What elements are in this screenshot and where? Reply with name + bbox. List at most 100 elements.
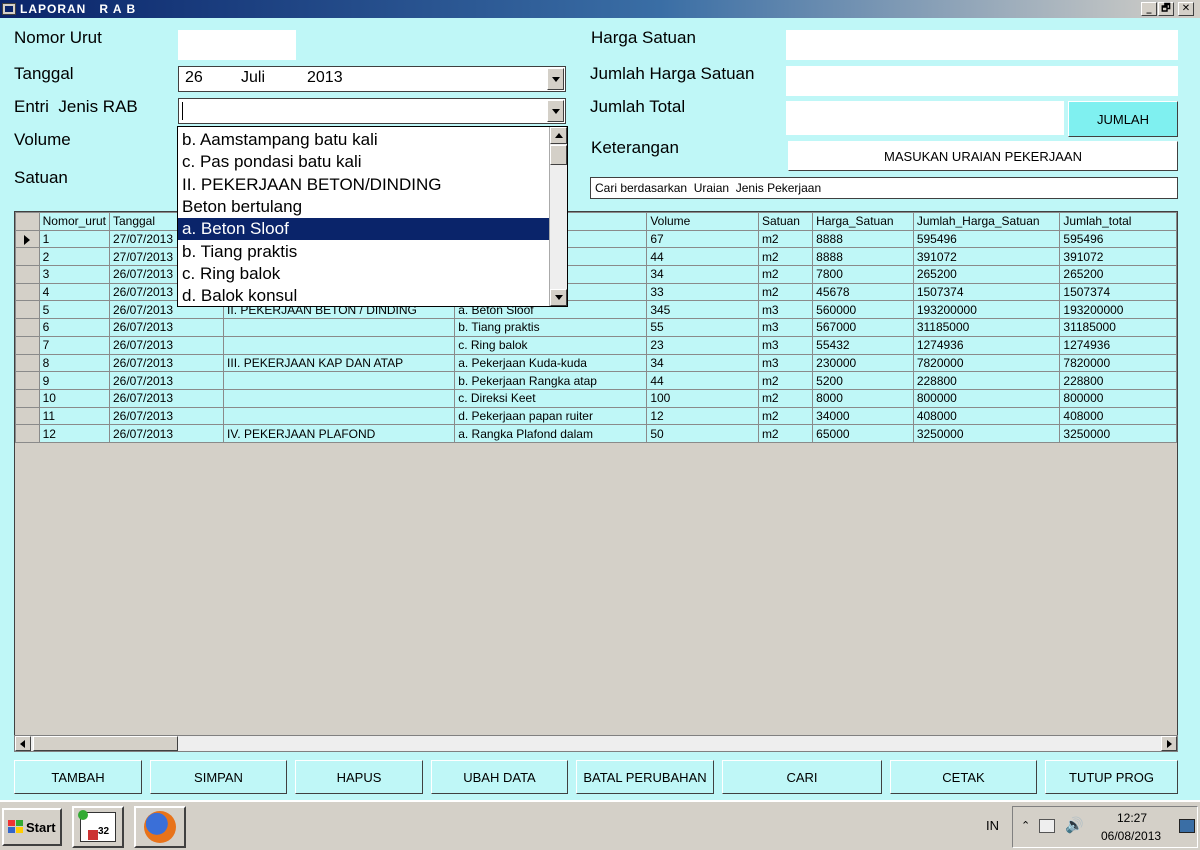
row-selector[interactable] xyxy=(15,265,40,284)
row-selector[interactable] xyxy=(15,229,40,249)
clock-date[interactable]: 06/08/2013 xyxy=(1101,829,1161,843)
jumlah-button[interactable]: JUMLAH xyxy=(1068,101,1178,137)
table-row[interactable]: 11 26/07/2013 d. Pekerjaan papan ruiter 12 m… xyxy=(15,406,1177,426)
table-cell[interactable]: m2 xyxy=(757,388,814,408)
table-cell[interactable]: 100 xyxy=(646,388,759,408)
row-selector[interactable] xyxy=(15,247,40,267)
table-cell[interactable]: 1 xyxy=(38,229,110,249)
table-cell[interactable]: 595496 xyxy=(1059,229,1177,249)
table-row[interactable]: 12 26/07/2013 IV. PEKERJAAN PLAFOND a. Rang… xyxy=(15,424,1177,443)
table-cell[interactable]: 265200 xyxy=(912,265,1061,284)
table-cell[interactable]: 1274936 xyxy=(912,335,1061,355)
nomor-urut-input[interactable] xyxy=(178,30,296,60)
show-desktop-icon[interactable] xyxy=(1179,819,1195,833)
dropdown-item[interactable]: b. Aamstampang batu kali xyxy=(178,129,549,151)
scroll-up-icon[interactable] xyxy=(550,127,567,144)
table-cell[interactable]: c. Direksi Keet xyxy=(454,388,648,408)
table-cell[interactable]: 8888 xyxy=(812,229,914,249)
table-cell[interactable]: c. Ring balok xyxy=(454,335,648,355)
table-cell[interactable]: 65000 xyxy=(812,424,914,443)
table-cell[interactable]: 23 xyxy=(646,335,759,355)
table-cell[interactable]: 560000 xyxy=(812,300,914,320)
table-cell[interactable]: 391072 xyxy=(1059,247,1177,267)
dropdown-item[interactable]: d. Balok konsul xyxy=(178,285,549,306)
column-header[interactable]: Jumlah_Harga_Satuan xyxy=(912,212,1061,231)
table-cell[interactable] xyxy=(223,335,456,355)
dropdown-item[interactable]: b. Tiang praktis xyxy=(178,241,549,263)
table-cell[interactable]: m3 xyxy=(757,318,814,337)
table-cell[interactable]: 7800 xyxy=(812,265,914,284)
table-cell[interactable] xyxy=(223,388,456,408)
entri-jenis-rab-combo[interactable] xyxy=(178,98,566,124)
table-row[interactable]: 6 26/07/2013 b. Tiang praktis 55 m3 567000 311… xyxy=(15,318,1177,337)
row-selector[interactable] xyxy=(15,371,40,390)
table-cell[interactable]: 50 xyxy=(646,424,759,443)
table-cell[interactable]: 595496 xyxy=(912,229,1061,249)
table-cell[interactable]: a. Rangka Plafond dalam xyxy=(454,424,648,443)
table-cell[interactable]: 228800 xyxy=(1059,371,1177,390)
column-header[interactable]: Nomor_urut xyxy=(38,212,110,231)
table-row[interactable]: 7 26/07/2013 c. Ring balok 23 m3 55432 1274936… xyxy=(15,335,1177,355)
row-selector[interactable] xyxy=(15,424,40,443)
table-cell[interactable]: 408000 xyxy=(912,406,1061,426)
table-cell[interactable]: 265200 xyxy=(1059,265,1177,284)
table-cell[interactable]: 9 xyxy=(38,371,110,390)
table-cell[interactable]: m3 xyxy=(757,335,814,355)
table-cell[interactable]: 230000 xyxy=(812,353,914,373)
table-cell[interactable]: 7 xyxy=(38,335,110,355)
table-cell[interactable]: 26/07/2013 xyxy=(108,388,225,408)
table-cell[interactable]: 12 xyxy=(38,424,110,443)
table-cell[interactable]: 3250000 xyxy=(912,424,1061,443)
batal-perubahan-button[interactable]: BATAL PERUBAHAN xyxy=(576,760,714,794)
table-cell[interactable]: 26/07/2013 xyxy=(108,424,225,443)
scroll-thumb[interactable] xyxy=(33,736,178,751)
horizontal-scrollbar[interactable] xyxy=(14,735,1178,752)
table-cell[interactable]: 26/07/2013 xyxy=(108,335,225,355)
firefox-icon[interactable] xyxy=(134,806,186,848)
table-cell[interactable]: a. Pekerjaan Kuda-kuda xyxy=(454,353,648,373)
jenis-rab-dropdown-list[interactable]: b. Aamstampang batu kali c. Pas pondasi b… xyxy=(177,126,568,307)
column-header[interactable]: Satuan xyxy=(757,212,814,231)
table-cell[interactable]: 408000 xyxy=(1059,406,1177,426)
table-cell[interactable]: 26/07/2013 xyxy=(108,318,225,337)
row-selector[interactable] xyxy=(15,318,40,337)
minimize-button[interactable]: _ xyxy=(1141,2,1157,16)
jumlah-total-input[interactable] xyxy=(786,101,1064,135)
table-cell[interactable]: 5 xyxy=(38,300,110,320)
row-selector[interactable] xyxy=(15,353,40,373)
tutup-prog-button[interactable]: TUTUP PROG xyxy=(1045,760,1178,794)
search-input[interactable]: Cari berdasarkan Uraian Jenis Pekerjaan xyxy=(590,177,1178,199)
column-header[interactable]: Jumlah_total xyxy=(1059,212,1177,231)
table-cell[interactable]: 1507374 xyxy=(912,282,1061,302)
network-icon[interactable] xyxy=(1039,819,1055,833)
table-cell[interactable]: 45678 xyxy=(812,282,914,302)
column-header[interactable]: Harga_Satuan xyxy=(812,212,914,231)
table-cell[interactable]: m2 xyxy=(757,247,814,267)
table-cell[interactable]: 31185000 xyxy=(1059,318,1177,337)
table-row[interactable]: 10 26/07/2013 c. Direksi Keet 100 m2 8000 8000… xyxy=(15,388,1177,408)
jumlah-harga-satuan-input[interactable] xyxy=(786,66,1178,96)
dropdown-item[interactable]: c. Pas pondasi batu kali xyxy=(178,151,549,173)
table-cell[interactable]: 34 xyxy=(646,353,759,373)
table-cell[interactable]: III. PEKERJAAN KAP DAN ATAP xyxy=(223,353,456,373)
table-cell[interactable]: 6 xyxy=(38,318,110,337)
row-selector[interactable] xyxy=(15,335,40,355)
close-button[interactable]: ✕ xyxy=(1178,2,1194,16)
table-cell[interactable]: b. Pekerjaan Rangka atap xyxy=(454,371,648,390)
table-cell[interactable]: 10 xyxy=(38,388,110,408)
tanggal-dropdown-arrow-icon[interactable] xyxy=(547,68,564,90)
volume-icon[interactable]: 🔊 xyxy=(1065,816,1084,834)
row-selector[interactable] xyxy=(15,282,40,302)
scroll-right-icon[interactable] xyxy=(1161,736,1177,751)
harga-satuan-input[interactable] xyxy=(786,30,1178,60)
table-cell[interactable]: m2 xyxy=(757,424,814,443)
table-cell[interactable] xyxy=(223,406,456,426)
ubah-data-button[interactable]: UBAH DATA xyxy=(431,760,568,794)
table-cell[interactable]: 7820000 xyxy=(912,353,1061,373)
tambah-button[interactable]: TAMBAH xyxy=(14,760,142,794)
tanggal-datepicker[interactable]: 26 Juli 2013 xyxy=(178,66,566,92)
table-cell[interactable]: m2 xyxy=(757,406,814,426)
table-cell[interactable]: IV. PEKERJAAN PLAFOND xyxy=(223,424,456,443)
table-cell[interactable]: 31185000 xyxy=(912,318,1061,337)
language-indicator[interactable]: IN xyxy=(986,818,999,833)
